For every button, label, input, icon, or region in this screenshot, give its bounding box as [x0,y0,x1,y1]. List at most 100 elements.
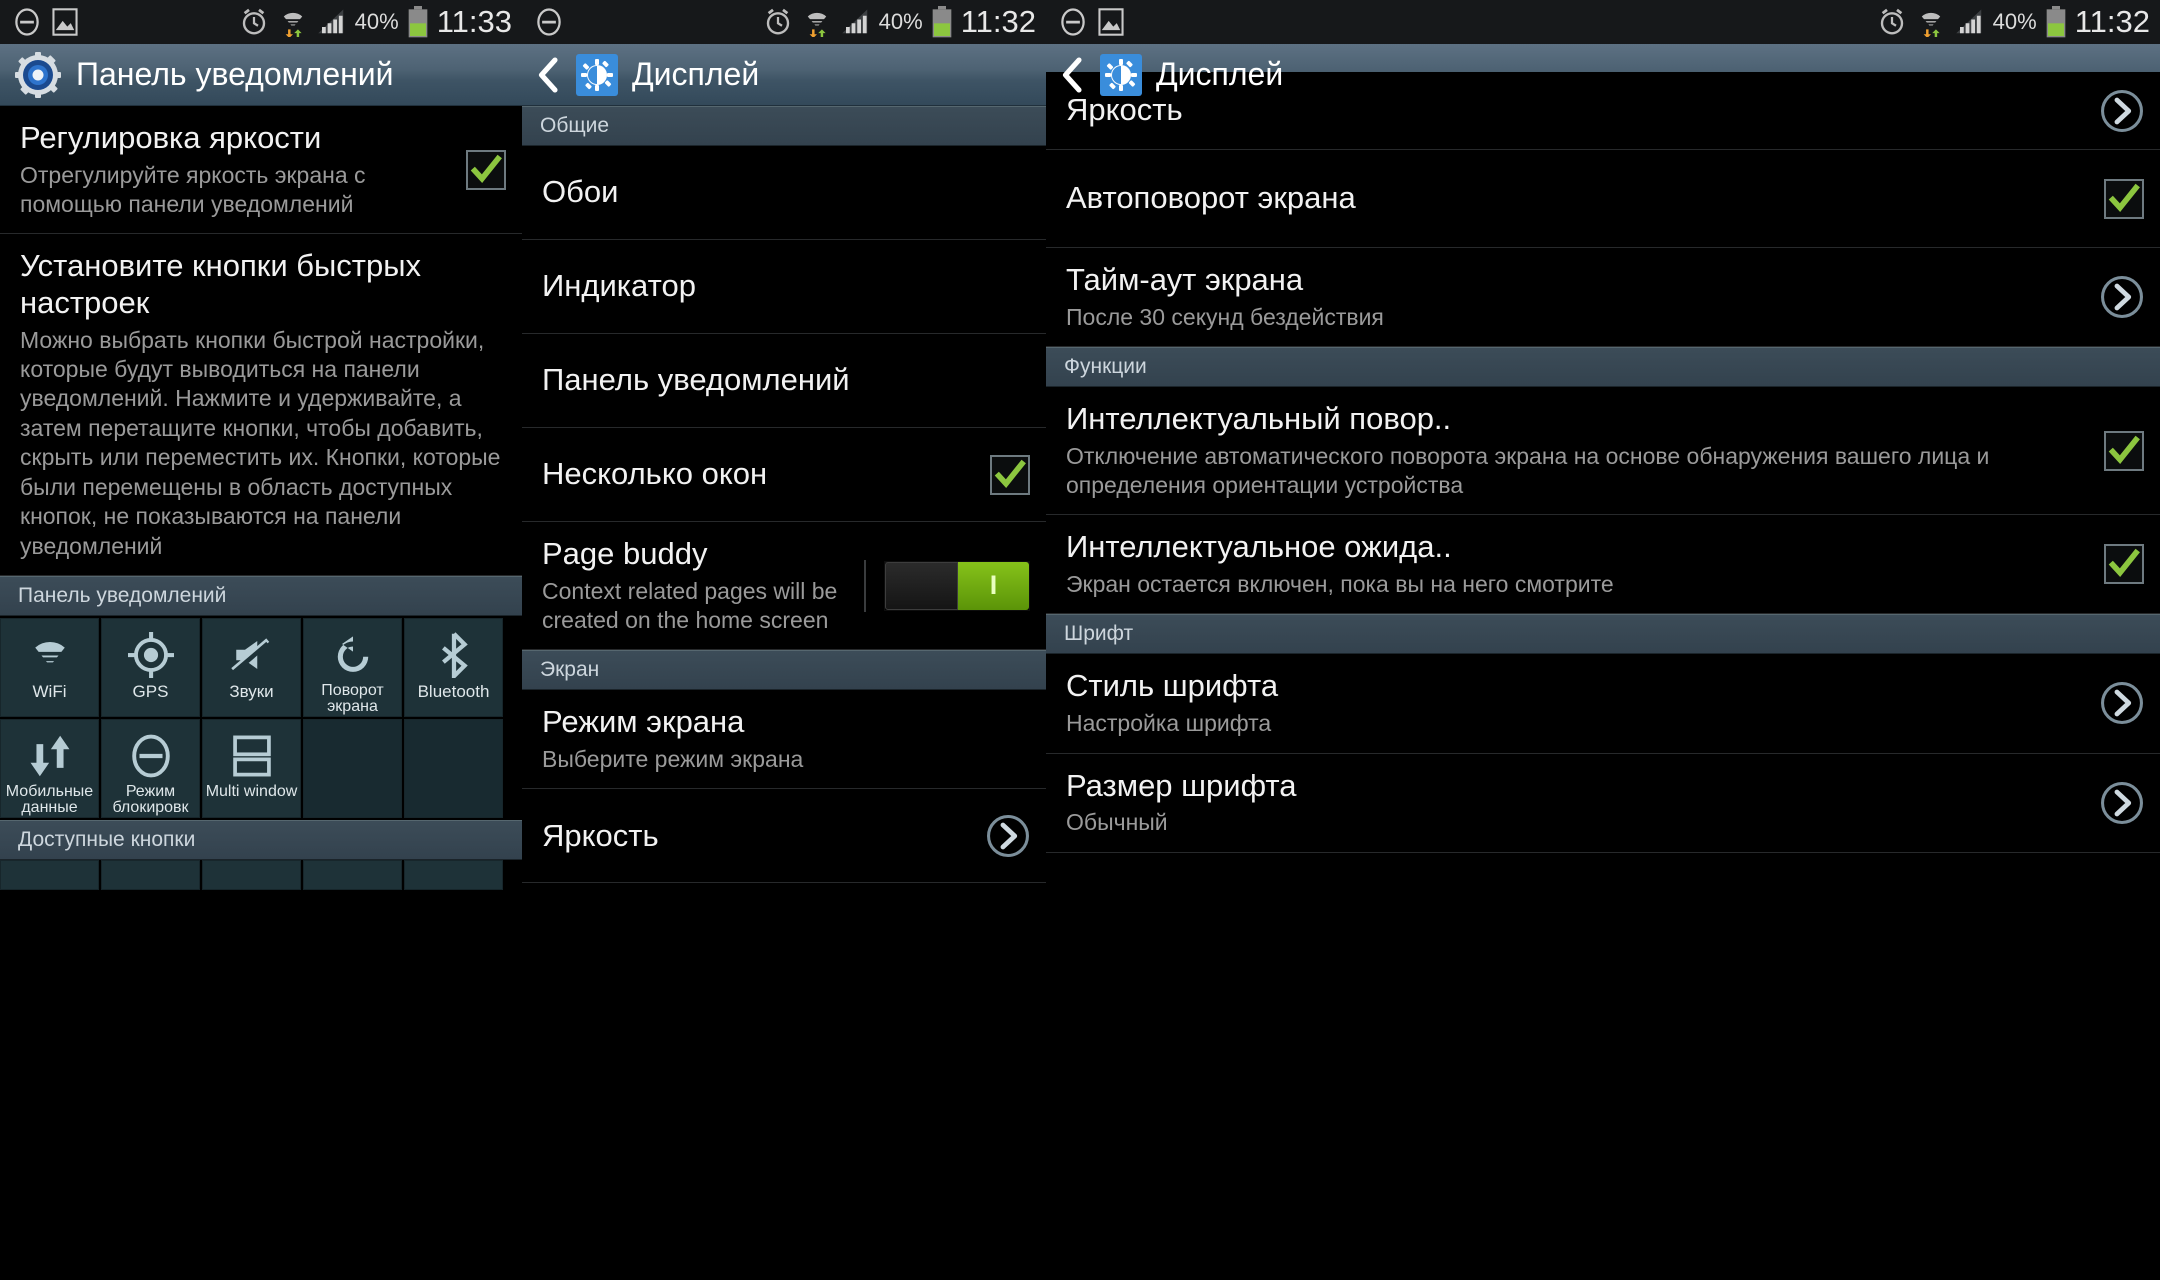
three-panel-screenshot: 40% 11:33 Панель уведомлений Регулировка… [0,0,2160,1280]
mobile-data-icon [28,728,72,783]
chevron-right-icon[interactable] [2100,781,2144,825]
row-accessory [2104,544,2144,585]
row-title: Режим экрана [542,704,745,740]
row-screen-timeout[interactable]: Тайм-аут экрана После 30 секунд бездейст… [1046,248,2160,348]
battery-icon [2045,6,2067,38]
row-font-style[interactable]: Стиль шрифта Настройка шрифта [1046,654,2160,754]
gps-icon [127,627,174,683]
tile-label: GPS [132,682,169,702]
row-subtitle: Экран остается включен, пока вы на него … [1066,571,1614,598]
row-indicator[interactable]: Индикатор [522,240,1046,334]
row-accessory [2100,89,2144,133]
available-tile[interactable] [202,860,301,891]
section-header-notification-panel: Панель уведомлений [0,576,522,617]
section-header-functions: Функции [1046,347,2160,388]
row-smart-stay[interactable]: Интеллектуальное ожида.. Экран остается … [1046,515,2160,615]
tile-blocking-mode[interactable]: Режим блокировк [101,719,200,819]
row-subtitle: Обычный [1066,809,1168,836]
row-title: Регулировка яркости [20,120,322,155]
tile-gps[interactable]: GPS [101,618,200,718]
row-title: Тайм-аут экрана [1066,262,1304,297]
row-subtitle: Отрегулируйте яркость экрана с помощью п… [20,161,366,218]
row-notification-panel[interactable]: Панель уведомлений [522,334,1046,428]
available-tile[interactable] [101,860,200,891]
toggle-page-buddy[interactable]: I [864,559,1030,612]
checkbox-smart-rotation[interactable] [2104,430,2144,471]
row-title: Панель уведомлений [542,362,850,398]
tile-sounds[interactable]: Звуки [202,618,301,718]
row-subtitle: Можно выбрать кнопки быстрой настройки, … [20,326,501,559]
clock-label-panel3: 11:32 [2074,4,2150,39]
status-bar-left-icons [534,7,564,37]
chevron-right-icon[interactable] [986,814,1030,858]
checkbox-smart-stay[interactable] [2104,544,2144,585]
row-text: Тайм-аут экрана После 30 секунд бездейст… [1066,248,2084,346]
row-text: Яркость [1066,78,2084,143]
row-title: Автоповорот экрана [1066,180,1356,216]
row-page-buddy[interactable]: Page buddy Context related pages will be… [522,522,1046,651]
checkbox-brightness-adjust[interactable] [466,149,506,190]
tile-label: WiFi [32,682,67,702]
tile-empty-slot[interactable] [303,719,402,819]
available-tile[interactable] [303,860,402,891]
available-buttons-grid [0,860,522,891]
row-brightness-clipped[interactable]: Яркость [1046,72,2160,150]
row-title: Несколько окон [542,456,768,492]
tile-empty-slot[interactable] [404,719,503,819]
image-icon [1097,7,1125,37]
section-header-font: Шрифт [1046,614,2160,655]
row-title: Обои [542,174,619,210]
section-header-available-buttons: Доступные кнопки [0,820,522,861]
row-setup-quick-buttons[interactable]: Установите кнопки быстрых настроек Можно… [0,234,522,577]
tile-mobile-data[interactable]: Мобильные данные [0,719,99,819]
available-tile[interactable] [404,860,503,891]
checkbox-auto-rotate[interactable] [2104,178,2144,219]
row-wallpaper[interactable]: Обои [522,146,1046,240]
row-text: Обои [542,160,1030,225]
settings-list-panel2: Общие Обои Индикатор Панель уведомлений … [522,106,1046,884]
toggle-track[interactable]: I [884,560,1030,611]
row-title: Яркость [1066,92,1183,128]
row-accessory [2104,178,2144,219]
row-brightness[interactable]: Яркость [522,789,1046,884]
status-bar-left-icons [1058,7,1125,37]
status-bar-panel1: 40% 11:33 [0,0,522,44]
row-font-size[interactable]: Размер шрифта Обычный [1046,754,2160,853]
mute-icon [534,7,564,37]
page-title-panel2: Дисплей [632,56,760,92]
row-brightness-adjust[interactable]: Регулировка яркости Отрегулируйте яркост… [0,106,522,235]
row-subtitle: Настройка шрифта [1066,710,1272,737]
section-header-general: Общие [522,106,1046,146]
status-bar-right-icons: 40% 11:32 [1877,4,2150,40]
checkbox-multi-window[interactable] [990,454,1030,495]
row-screen-mode[interactable]: Режим экрана Выберите режим экрана [522,690,1046,790]
row-multi-window[interactable]: Несколько окон [522,428,1046,522]
row-accessory [2100,781,2144,825]
chevron-right-icon[interactable] [2100,681,2144,725]
tile-bluetooth[interactable]: Bluetooth [404,618,503,718]
title-bar-panel2: Дисплей [522,44,1046,106]
chevron-right-icon[interactable] [2100,275,2144,319]
row-text: Интеллектуальное ожида.. Экран остается … [1066,515,2088,613]
row-text: Автоповорот экрана [1066,166,2088,231]
row-text: Установите кнопки быстрых настроек Можно… [20,234,506,575]
tile-multi-window[interactable]: Multi window [202,719,301,819]
available-tile[interactable] [0,860,99,891]
row-auto-rotate-screen[interactable]: Автоповорот экрана [1046,150,2160,248]
chevron-right-icon[interactable] [2100,89,2144,133]
battery-icon [931,6,953,38]
row-accessory [990,454,1030,495]
row-title: Размер шрифта [1066,767,1297,803]
title-bar-panel1: Панель уведомлений [0,44,522,106]
row-text: Интеллектуальный повор.. Отключение авто… [1066,387,2088,514]
tile-screen-rotation[interactable]: Поворот экрана [303,618,402,718]
tile-label: Звуки [229,682,274,702]
multi-window-icon [231,728,273,784]
tile-wifi[interactable]: WiFi [0,618,99,718]
row-accessory [2100,275,2144,319]
row-smart-rotation[interactable]: Интеллектуальный повор.. Отключение авто… [1046,387,2160,516]
row-text: Индикатор [542,254,1030,319]
back-chevron-icon[interactable] [536,56,562,93]
tile-label: Multi window [205,783,298,801]
row-accessory [2100,681,2144,725]
